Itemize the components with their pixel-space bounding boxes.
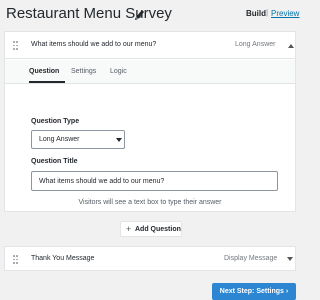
question-title-heading: Question Title [31, 158, 78, 165]
tab-question[interactable]: Question [29, 68, 59, 75]
thank-you-row[interactable]: Thank You Message Display Message [4, 246, 296, 271]
drag-handle-icon[interactable] [13, 255, 18, 264]
tab-logic[interactable]: Logic [110, 68, 127, 75]
question-card: What items should we add to our menu? Lo… [4, 31, 296, 233]
question-type-heading: Question Type [31, 118, 80, 125]
question-title-input[interactable]: What items should we add to our menu? [31, 171, 278, 191]
preview-link[interactable]: Preview [271, 9, 299, 18]
thank-you-text: Thank You Message [31, 255, 95, 262]
header-separator: | [266, 8, 269, 17]
chevron-down-icon [116, 138, 122, 142]
question-tabs: Question Settings Logic [5, 60, 295, 84]
next-step-button[interactable]: Next Step: Settings › [212, 283, 296, 300]
active-tab-indicator [29, 81, 65, 83]
page-header: Restaurant Menu Survey Build | Preview [0, 0, 300, 30]
add-question-label: Add Question [135, 226, 181, 233]
answer-hint: Visitors will see a text box to type the… [78, 199, 222, 206]
build-link[interactable]: Build [246, 9, 266, 18]
caret-up-icon[interactable] [288, 44, 294, 48]
pencil-icon[interactable] [134, 7, 145, 20]
drag-handle-icon[interactable] [13, 41, 18, 50]
question-type-label: Long Answer [235, 41, 276, 48]
question-title-value: What items should we add to our menu? [39, 178, 165, 185]
question-type-value: Long Answer [39, 136, 80, 143]
question-text: What items should we add to our menu? [31, 41, 157, 48]
question-row[interactable]: What items should we add to our menu? Lo… [5, 32, 295, 59]
thank-you-type-label: Display Message [224, 255, 278, 262]
plus-icon: + [126, 224, 132, 234]
tab-settings[interactable]: Settings [71, 68, 96, 75]
caret-down-icon[interactable] [287, 257, 293, 261]
page-title: Restaurant Menu Survey [6, 5, 172, 22]
add-question-button[interactable]: + Add Question [120, 221, 182, 237]
question-type-select[interactable]: Long Answer [31, 130, 125, 149]
